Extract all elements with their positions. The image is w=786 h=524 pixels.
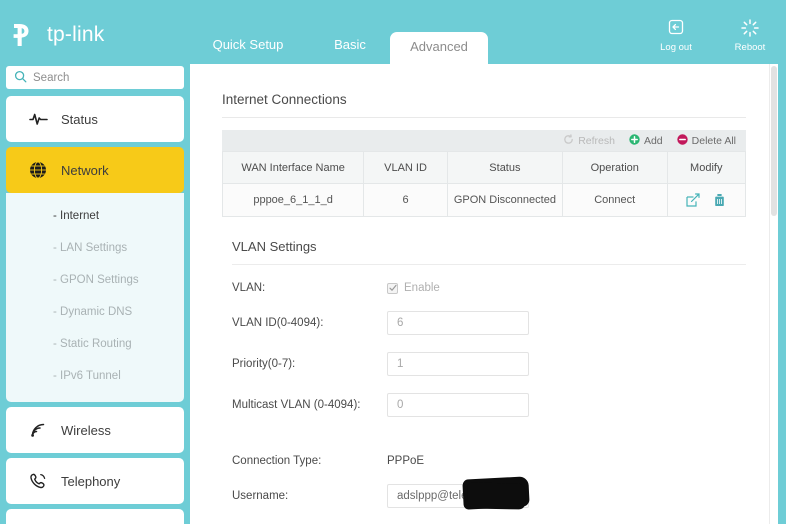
logout-button[interactable]: Log out: [652, 18, 700, 53]
sidebar-subitem-lan-settings[interactable]: - LAN Settings: [6, 232, 184, 264]
vlan-enable-checkbox[interactable]: Enable: [387, 282, 440, 294]
add-button[interactable]: Add: [629, 133, 663, 148]
reboot-icon: [726, 18, 774, 40]
sidebar-subitem-gpon-settings[interactable]: - GPON Settings: [6, 264, 184, 296]
username-input[interactable]: adslppp@telefonic: [387, 476, 530, 510]
vlan-settings-panel: VLAN Settings VLAN: Enable VLAN ID(0-409…: [232, 239, 746, 524]
sidebar-item-label: Status: [61, 111, 98, 127]
minus-circle-icon: [676, 133, 688, 148]
tp-link-logo-icon: [10, 20, 40, 50]
priority-label: Priority(0-7):: [232, 358, 296, 370]
brand-name: tp-link: [47, 23, 105, 46]
sidebar-item-network[interactable]: Network: [6, 147, 184, 193]
redaction-mark: [462, 476, 530, 510]
table-toolbar: Refresh Add Delete All: [222, 130, 746, 151]
sidebar-subitem-static-routing[interactable]: - Static Routing: [6, 328, 184, 360]
reboot-label: Reboot: [734, 42, 766, 53]
column-wan-interface-name: WAN Interface Name: [221, 151, 365, 184]
column-operation: Operation: [561, 151, 668, 184]
priority-input[interactable]: 1: [387, 352, 529, 376]
content-panel: Internet Connections Refresh Add Delete …: [190, 64, 778, 524]
search-input[interactable]: Search: [6, 66, 184, 89]
edit-icon[interactable]: [681, 193, 708, 207]
sidebar-item-telephony[interactable]: Telephony: [6, 458, 184, 504]
router-admin-page: tp-link Quick Setup Basic Advanced Log o…: [0, 0, 786, 524]
title-divider: [222, 117, 746, 118]
check-icon: [388, 284, 397, 291]
vlan-id-input[interactable]: 6: [387, 311, 529, 335]
reboot-button[interactable]: Reboot: [726, 18, 774, 53]
sidebar-subitem-ipv6-tunnel[interactable]: - IPv6 Tunnel: [6, 360, 184, 392]
row-priority: Priority(0-7): 1: [232, 352, 746, 376]
column-modify: Modify: [666, 151, 747, 184]
add-label: Add: [643, 134, 663, 147]
sidebar-item-label: Network: [61, 162, 109, 178]
vlan-title-divider: [232, 264, 746, 265]
delete-all-button[interactable]: Delete All: [676, 133, 736, 148]
connections-grid: WAN Interface Name VLAN ID Status Operat…: [221, 151, 747, 217]
row-username: Username: adslppp@telefonic: [232, 476, 746, 510]
brand-logo: tp-link: [10, 20, 104, 50]
multicast-vlan-input[interactable]: 0: [387, 393, 529, 417]
plus-circle-icon: [629, 133, 640, 148]
checkbox-box: [387, 282, 398, 294]
username-label: Username:: [232, 490, 289, 502]
column-vlan-id: VLAN ID: [363, 151, 448, 184]
sidebar-item-label: Telephony: [61, 473, 121, 489]
content-scrollbar[interactable]: [769, 64, 778, 524]
cell-wan-interface-name: pppoe_6_1_1_d: [221, 183, 365, 217]
cell-modify: [666, 183, 747, 217]
multicast-vlan-label: Multicast VLAN (0-4094):: [232, 399, 361, 411]
vlan-settings-title: VLAN Settings: [232, 239, 317, 254]
row-multicast-vlan: Multicast VLAN (0-4094): 0: [232, 393, 746, 417]
connect-button[interactable]: Connect: [561, 183, 668, 217]
vlan-id-label: VLAN ID(0-4094):: [232, 317, 324, 329]
connection-type-value: PPPoE: [387, 455, 425, 467]
header-actions: Log out Reboot: [652, 18, 774, 53]
cell-vlan-id: 6: [363, 183, 448, 217]
refresh-label: Refresh: [578, 134, 615, 147]
row-vlan-enable: VLAN: Enable: [232, 282, 746, 294]
column-status: Status: [446, 151, 563, 184]
internet-connections-table: Refresh Add Delete All WAN Interface Nam…: [221, 130, 747, 217]
refresh-button[interactable]: Refresh: [563, 133, 615, 148]
row-connection-type: Connection Type: PPPoE: [232, 455, 746, 467]
cell-status: GPON Disconnected: [446, 183, 563, 217]
vlan-label: VLAN:: [232, 282, 266, 294]
sidebar: Search Status Network - Internet - LAN S…: [6, 66, 184, 524]
search-icon: [14, 70, 27, 86]
refresh-icon: [563, 133, 574, 148]
tab-advanced[interactable]: Advanced: [390, 32, 488, 64]
delete-all-label: Delete All: [691, 134, 736, 147]
sidebar-subnav-network: - Internet - LAN Settings - GPON Setting…: [6, 193, 184, 402]
sidebar-item-usb-sharing[interactable]: USB Sharing: [6, 509, 184, 524]
logout-icon: [652, 18, 700, 40]
vlan-enable-label: Enable: [404, 282, 440, 294]
sidebar-item-status[interactable]: Status: [6, 96, 184, 142]
sidebar-subitem-dynamic-dns[interactable]: - Dynamic DNS: [6, 296, 184, 328]
page-title: Internet Connections: [222, 92, 347, 107]
tab-basic[interactable]: Basic: [320, 34, 380, 64]
scrollbar-thumb[interactable]: [771, 66, 777, 216]
tab-quick-setup[interactable]: Quick Setup: [203, 34, 293, 64]
connection-type-label: Connection Type:: [232, 455, 322, 467]
table-row: pppoe_6_1_1_d 6 GPON Disconnected Connec…: [221, 183, 747, 217]
phone-icon: [28, 471, 48, 491]
sidebar-item-wireless[interactable]: Wireless: [6, 407, 184, 453]
trash-icon[interactable]: [708, 194, 731, 206]
page-header: tp-link Quick Setup Basic Advanced Log o…: [0, 0, 786, 64]
row-vlan-id: VLAN ID(0-4094): 6: [232, 311, 746, 335]
sidebar-subitem-internet[interactable]: - Internet: [6, 200, 184, 232]
sidebar-item-label: Wireless: [61, 422, 111, 438]
globe-icon: [28, 160, 48, 180]
table-header-row: WAN Interface Name VLAN ID Status Operat…: [221, 151, 747, 184]
logout-label: Log out: [660, 42, 692, 53]
wifi-icon: [28, 420, 48, 440]
pulse-icon: [28, 109, 48, 129]
search-placeholder: Search: [33, 71, 70, 84]
